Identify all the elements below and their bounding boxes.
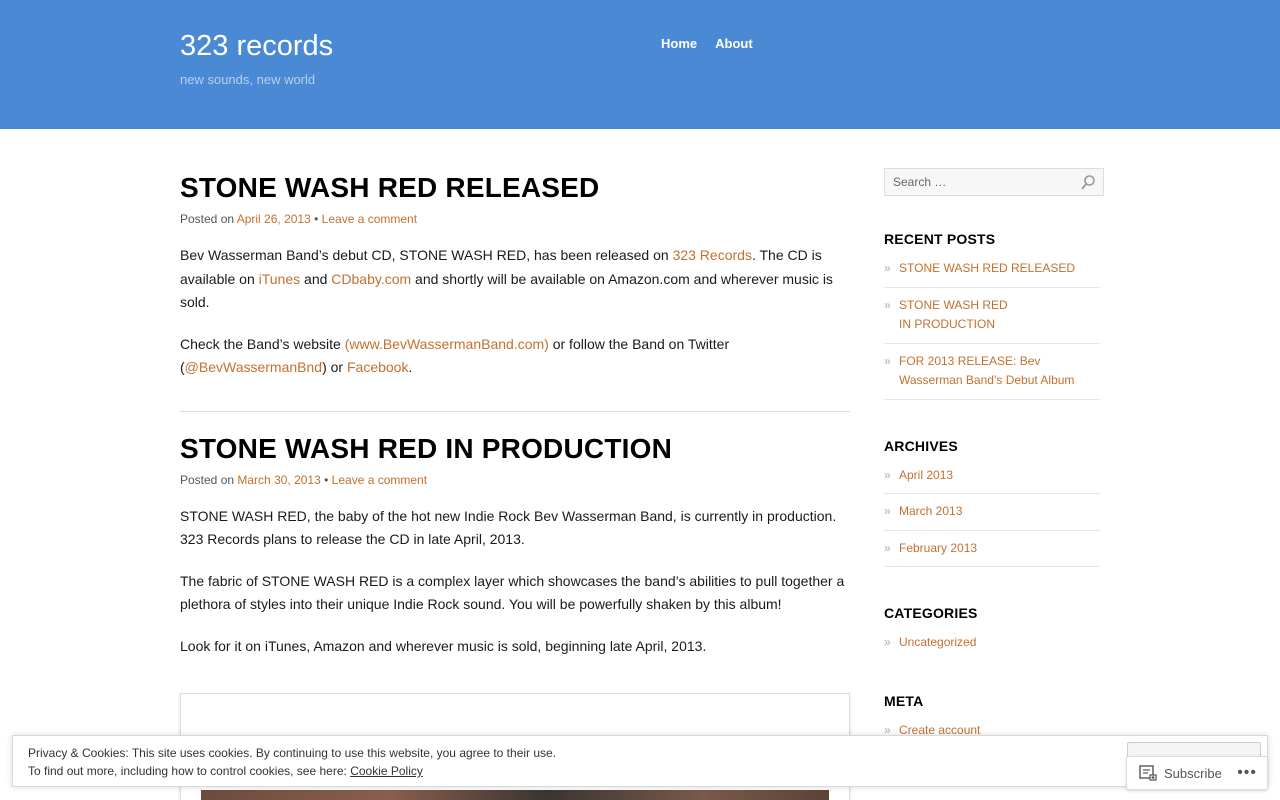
search-input[interactable] [885, 169, 1075, 195]
posted-on-label: Posted on [180, 212, 235, 226]
itunes-link[interactable]: iTunes [259, 271, 301, 287]
text: Bev Wasserman Band’s debut CD, STONE WAS… [180, 247, 673, 263]
recent-posts-title: RECENT POSTS [884, 231, 996, 247]
bullet-icon: » [884, 261, 891, 275]
categories-title: CATEGORIES [884, 605, 978, 621]
site-title[interactable]: 323 records [180, 30, 333, 63]
search-form [884, 168, 1104, 196]
post-meta: Posted on March 30, 2013 • Leave a comme… [180, 473, 850, 487]
list-item: » Uncategorized [884, 633, 1100, 661]
band-website-link[interactable]: (www.BevWassermanBand.com) [345, 336, 549, 352]
leave-comment-link[interactable]: Leave a comment [332, 473, 427, 487]
list-item: » February 2013 [884, 531, 1100, 567]
cookie-line-2: To find out more, including how to contr… [28, 762, 556, 780]
bullet-icon: » [884, 467, 891, 482]
text: Check the Band’s website [180, 335, 345, 352]
meta-separator: • [314, 212, 319, 226]
post-paragraph: Check the Band’s website (www.BevWasserm… [180, 333, 850, 380]
bullet-icon: » [884, 297, 891, 312]
list-item: » March 2013 [884, 494, 1100, 531]
posted-on-label: Posted on [180, 472, 235, 487]
categories-list: » Uncategorized [884, 633, 1100, 661]
post-paragraph: The fabric of STONE WASH RED is a comple… [180, 572, 845, 613]
subscribe-button[interactable]: Subscribe [1164, 766, 1222, 781]
cookie-line-1: Privacy & Cookies: This site uses cookie… [28, 746, 557, 760]
recent-post-link[interactable]: FOR 2013 RELEASE: Bev Wasserman Band’s D… [899, 354, 1074, 388]
site-header: 323 records new sounds, new world Home A… [0, 0, 1280, 129]
bullet-icon: » [884, 635, 891, 649]
post-body: Bev Wasserman Band’s debut CD, STONE WAS… [180, 244, 850, 380]
bullet-icon: » [884, 504, 891, 518]
post-meta: Posted on April 26, 2013 • Leave a comme… [180, 212, 850, 226]
cookie-banner: Privacy & Cookies: This site uses cookie… [12, 735, 1268, 787]
list-item: » FOR 2013 RELEASE: Bev Wasserman Band’s … [884, 344, 1100, 400]
recent-posts-list: » STONE WASH RED RELEASED » STONE WASH RED… [884, 259, 1100, 400]
post-date-link[interactable]: April 26, 2013 [237, 212, 311, 226]
category-link[interactable]: Uncategorized [899, 635, 976, 649]
323-records-link[interactable]: 323 Records [673, 247, 752, 263]
post-body: STONE WASH RED, the baby of the hot new … [180, 505, 850, 659]
cookie-line-2-text: To find out more, including how to contr… [28, 764, 351, 778]
main-nav: Home About [661, 36, 753, 51]
archive-link[interactable]: April 2013 [899, 468, 953, 482]
post-paragraph: STONE WASH RED, the baby of the hot new … [180, 507, 837, 548]
nav-home[interactable]: Home [661, 36, 697, 51]
sidebar: RECENT POSTS » STONE WASH RED RELEASED » S… [884, 168, 1104, 748]
post-date-link[interactable]: March 30, 2013 [237, 473, 320, 487]
bullet-icon: » [884, 353, 891, 368]
list-item: » April 2013 [884, 466, 1100, 494]
text: . [408, 359, 413, 375]
more-icon[interactable]: ••• [1237, 765, 1257, 781]
post-title[interactable]: STONE WASH RED IN PRODUCTION [180, 431, 850, 467]
archive-link[interactable]: March 2013 [899, 504, 962, 518]
cdbaby-link[interactable]: CDbaby.com [331, 271, 411, 287]
subscribe-icon[interactable] [1139, 765, 1157, 781]
bullet-icon: » [884, 540, 891, 555]
post-paragraph: Bev Wasserman Band’s debut CD, STONE WAS… [180, 244, 850, 315]
recent-post-link[interactable]: STONE WASH RED IN PRODUCTION [899, 296, 1019, 335]
album-photo[interactable] [201, 790, 829, 800]
text: ) or [322, 359, 347, 375]
cookie-text: Privacy & Cookies: This site uses cookie… [28, 744, 556, 780]
post: STONE WASH RED IN PRODUCTION Posted on M… [180, 431, 850, 659]
recent-post-link[interactable]: STONE WASH RED RELEASED [899, 261, 1075, 275]
content: STONE WASH RED RELEASED Posted on April … [180, 170, 850, 658]
archives-list: » April 2013 » March 2013 » February 2013 [884, 466, 1100, 567]
list-item: » STONE WASH RED IN PRODUCTION [884, 288, 1100, 344]
facebook-link[interactable]: Facebook [347, 359, 408, 375]
site-tagline: new sounds, new world [180, 72, 316, 87]
search-icon[interactable] [1080, 174, 1096, 190]
nav-about[interactable]: About [715, 36, 753, 51]
subscribe-bar: Subscribe ••• [1126, 756, 1268, 790]
twitter-link[interactable]: @BevWassermanBnd [185, 359, 322, 375]
archive-link[interactable]: February 2013 [899, 541, 977, 555]
cookie-policy-link[interactable]: Cookie Policy [350, 764, 423, 778]
post-divider [180, 410, 850, 412]
meta-separator: • [324, 472, 329, 487]
leave-comment-link[interactable]: Leave a comment [322, 212, 417, 226]
post-paragraph: Look for it on iTunes, Amazon and wherev… [180, 637, 707, 654]
post-title[interactable]: STONE WASH RED RELEASED [180, 170, 850, 206]
text: and [300, 270, 332, 287]
archives-title: ARCHIVES [884, 437, 958, 454]
list-item: » STONE WASH RED RELEASED [884, 259, 1100, 288]
post: STONE WASH RED RELEASED Posted on April … [180, 170, 850, 380]
meta-title: META [884, 692, 924, 709]
